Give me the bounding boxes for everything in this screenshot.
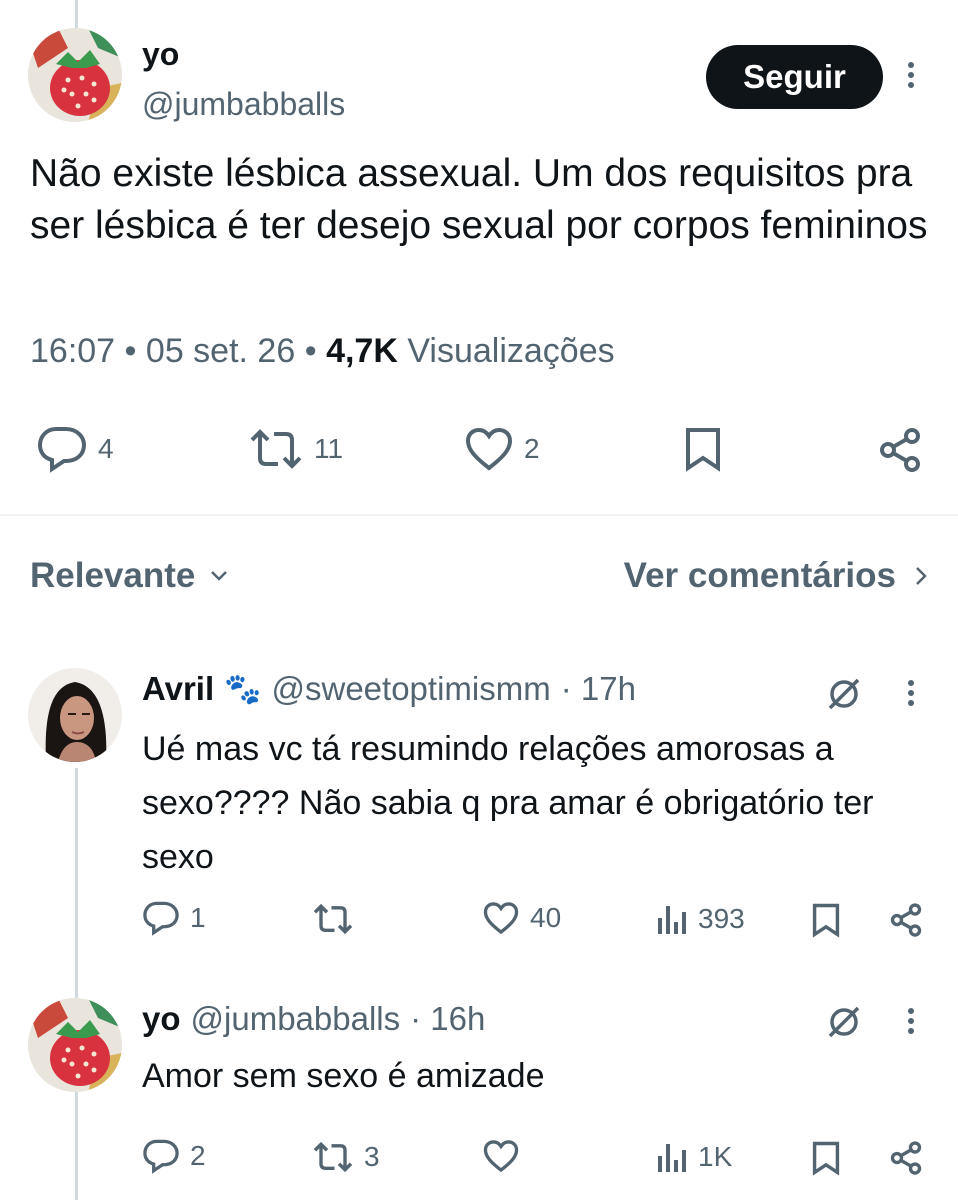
share-icon: [890, 903, 922, 937]
like-button[interactable]: 40: [482, 901, 561, 935]
views-count: 4,7K: [326, 332, 398, 370]
avatar[interactable]: [28, 28, 122, 122]
author-handle[interactable]: @jumbabballs: [142, 86, 345, 123]
grok-icon[interactable]: [824, 1002, 864, 1047]
bookmark-icon: [812, 903, 840, 938]
avatar[interactable]: [28, 668, 122, 762]
bookmark-icon: [812, 1141, 840, 1176]
heart-icon: [465, 427, 513, 471]
reply-author-name[interactable]: yo: [142, 1000, 181, 1038]
share-button[interactable]: [876, 426, 924, 474]
user-photo-icon: [28, 668, 122, 762]
reply-count: 4: [98, 433, 114, 464]
see-comments-label: Ver comentários: [623, 556, 896, 595]
repost-icon: [250, 429, 302, 469]
sort-dropdown[interactable]: Relevante: [30, 556, 229, 596]
repost-button[interactable]: [312, 903, 354, 935]
reply-icon: [143, 1139, 179, 1174]
reply-header: Avril 🐾 @sweetoptimismm · 17h: [142, 670, 636, 708]
views-icon: [658, 1144, 686, 1172]
strawberry-avatar-icon: [28, 28, 122, 122]
reply-author-handle[interactable]: @jumbabballs: [191, 1000, 401, 1038]
bookmark-button[interactable]: [810, 1140, 842, 1176]
views-label: Visualizações: [407, 332, 615, 370]
chevron-down-icon: [211, 571, 228, 581]
heart-icon: [483, 902, 519, 935]
reply-count: 1: [190, 902, 206, 933]
bookmark-button[interactable]: [682, 426, 724, 472]
reply-text: Ué mas vc tá resumindo relações amorosas…: [142, 730, 874, 876]
divider: [0, 514, 958, 516]
bookmark-icon: [686, 428, 720, 472]
share-button[interactable]: [888, 902, 924, 938]
reply-count: 2: [190, 1140, 206, 1171]
reply-text: Amor sem sexo é amizade: [142, 1057, 545, 1095]
reply-author-handle[interactable]: @sweetoptimismm: [272, 670, 551, 708]
bookmark-button[interactable]: [810, 902, 842, 938]
reply-time[interactable]: · 17h: [561, 670, 636, 708]
views-count: 393: [698, 903, 745, 934]
like-button[interactable]: [482, 1139, 520, 1173]
more-options-icon[interactable]: [906, 1004, 916, 1038]
reply-button[interactable]: 2: [142, 1138, 206, 1174]
repost-icon: [313, 1141, 353, 1173]
post-text: Não existe lésbica assexual. Um dos requ…: [30, 152, 928, 247]
repost-icon: [313, 903, 353, 935]
views-count: 1K: [698, 1141, 733, 1172]
paw-emoji: 🐾: [224, 672, 262, 706]
views-button[interactable]: 1K: [656, 1140, 732, 1174]
more-options-icon[interactable]: [906, 58, 916, 92]
reply-time[interactable]: · 16h: [410, 1000, 485, 1038]
meta-separator: •: [124, 332, 146, 370]
more-options-icon[interactable]: [906, 676, 916, 710]
reply-icon: [143, 901, 179, 936]
repost-count: 11: [314, 433, 344, 464]
share-button[interactable]: [888, 1140, 924, 1176]
like-count: 2: [524, 433, 540, 464]
strawberry-avatar-icon: [28, 998, 122, 1092]
reply-icon: [37, 427, 87, 473]
thread-line-bottom: [75, 1092, 78, 1200]
views-button[interactable]: 393: [656, 902, 745, 936]
meta-separator: •: [304, 332, 327, 370]
views-icon: [658, 906, 686, 934]
post-meta: 16:07 • 05 set. 26 • 4,7K Visualizações: [30, 332, 615, 371]
follow-button[interactable]: Seguir: [706, 45, 883, 109]
author-name[interactable]: yo: [142, 36, 179, 73]
grok-icon[interactable]: [824, 674, 864, 719]
avatar[interactable]: [28, 998, 122, 1092]
post-date[interactable]: 05 set. 26: [146, 332, 295, 370]
like-button[interactable]: 2: [464, 426, 540, 472]
thread-line-reply: [75, 768, 78, 998]
repost-count: 3: [364, 1141, 380, 1172]
share-icon: [890, 1141, 922, 1175]
sort-label: Relevante: [30, 556, 196, 595]
thread-line-top: [75, 0, 78, 28]
repost-button[interactable]: 3: [312, 1141, 380, 1173]
reply-author-name[interactable]: Avril: [142, 670, 214, 708]
heart-icon: [483, 1140, 519, 1173]
chevron-right-icon: [916, 567, 927, 585]
like-count: 40: [530, 902, 562, 933]
reply-header: yo @jumbabballs · 16h: [142, 1000, 485, 1038]
repost-button[interactable]: 11: [248, 428, 343, 470]
reply-button[interactable]: 1: [142, 900, 206, 936]
share-icon: [880, 428, 920, 472]
post-time[interactable]: 16:07: [30, 332, 115, 370]
reply-button[interactable]: 4: [36, 425, 114, 473]
see-comments-link[interactable]: Ver comentários: [624, 556, 928, 596]
